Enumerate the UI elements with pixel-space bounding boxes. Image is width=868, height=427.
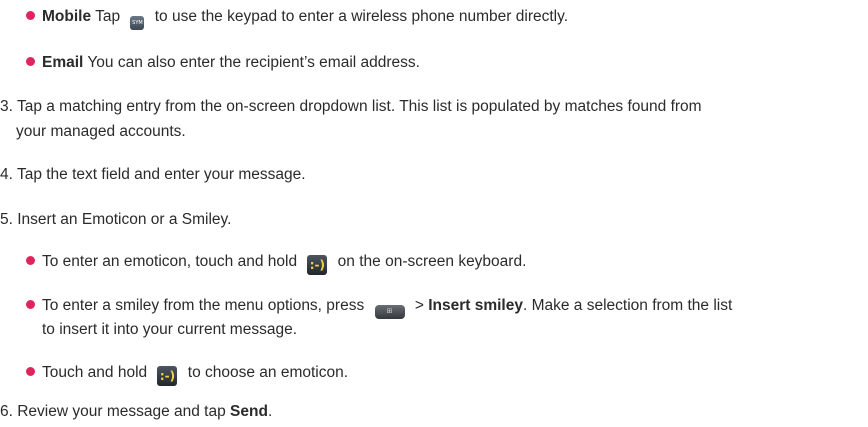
bullet-dot <box>26 256 35 265</box>
step-3-line-2: your managed accounts. <box>16 123 186 140</box>
smiley-line-2: to insert it into your current message. <box>42 321 298 338</box>
mobile-text-after: to use the keypad to enter a wireless ph… <box>150 8 569 25</box>
emoticon-key-icon: :-) <box>157 366 178 386</box>
sym-key-icon: SYM <box>130 16 145 30</box>
step-6-period: . <box>267 403 273 420</box>
emoticon-text-before: To enter an emoticon, touch and hold <box>42 253 302 270</box>
menu-arrow: > <box>410 297 429 314</box>
step-4: 4. Tap the text field and enter your mes… <box>0 166 306 183</box>
email-text: You can also enter the recipient’s email… <box>83 54 420 71</box>
step-5: 5. Insert an Emoticon or a Smiley. <box>0 211 232 228</box>
bullet-dot <box>26 11 35 20</box>
step-6-text: 6. Review your message and tap <box>0 403 231 420</box>
emoticon-text-after: on the on-screen keyboard. <box>333 253 527 270</box>
bullet-dot <box>26 367 35 376</box>
bullet-dot <box>26 57 35 66</box>
step-3-line-1: 3. Tap a matching entry from the on-scre… <box>0 98 702 115</box>
send-label: Send <box>230 403 268 420</box>
touch-text-after: to choose an emoticon. <box>183 364 349 381</box>
touch-text-before: Touch and hold <box>42 364 152 381</box>
mobile-text-before: Tap <box>91 8 125 25</box>
menu-key-icon: ⊞ <box>374 305 405 319</box>
term-mobile: Mobile <box>42 8 92 25</box>
term-email: Email <box>42 54 84 71</box>
bullet-emoticon-hold: To enter an emoticon, touch and hold :-)… <box>26 251 526 275</box>
emoticon-key-icon: :-) <box>307 255 328 275</box>
insert-smiley-label: Insert smiley <box>428 297 523 314</box>
bullet-touch-hold: Touch and hold :-) to choose an emoticon… <box>26 362 348 386</box>
bullet-smiley-menu: To enter a smiley from the menu options,… <box>26 295 732 319</box>
step-6: 6. Review your message and tap Send. <box>0 401 272 423</box>
bullet-dot <box>26 300 35 309</box>
smiley-text-after: . Make a selection from the list <box>522 297 733 314</box>
bullet-mobile: Mobile Tap SYM to use the keypad to ente… <box>26 6 568 30</box>
smiley-text-before: To enter a smiley from the menu options,… <box>42 297 369 314</box>
bullet-email: Email You can also enter the recipient’s… <box>26 52 420 74</box>
